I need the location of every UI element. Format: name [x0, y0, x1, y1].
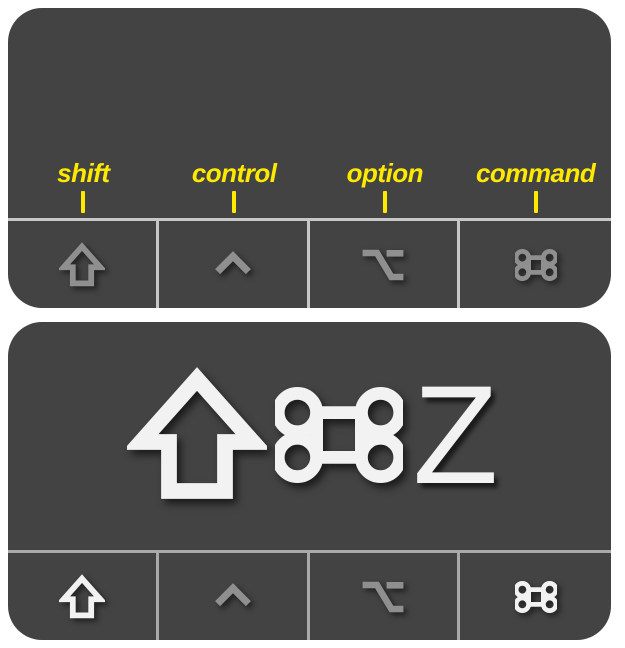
- key-shift[interactable]: [8, 221, 159, 308]
- option-icon: [359, 241, 407, 289]
- label-command: command: [476, 158, 595, 189]
- label-tick: [232, 191, 236, 213]
- shortcut-letter: Z: [411, 365, 493, 505]
- label-tick: [534, 191, 538, 213]
- modifier-key-row-active: [8, 550, 611, 640]
- modifier-reference-panel: shift control option command: [8, 8, 611, 308]
- command-icon: [515, 244, 557, 286]
- shortcut-example-panel: Z: [8, 322, 611, 640]
- key-shift-active[interactable]: [8, 553, 159, 640]
- shift-icon: [59, 574, 105, 620]
- labels-row: shift control option command: [8, 158, 611, 213]
- label-col-control: control: [159, 158, 310, 213]
- shift-icon: [59, 242, 105, 288]
- key-control[interactable]: [159, 553, 310, 640]
- modifier-key-row: [8, 218, 611, 308]
- label-col-shift: shift: [8, 158, 159, 213]
- label-tick: [383, 191, 387, 213]
- label-col-command: command: [460, 158, 611, 213]
- key-option[interactable]: [310, 221, 461, 308]
- label-control: control: [192, 158, 277, 189]
- control-icon: [211, 243, 255, 287]
- control-icon: [211, 575, 255, 619]
- label-shift: shift: [57, 158, 109, 189]
- key-option[interactable]: [310, 553, 461, 640]
- option-icon: [359, 573, 407, 621]
- label-col-option: option: [310, 158, 461, 213]
- command-icon: [515, 576, 557, 618]
- key-control[interactable]: [159, 221, 310, 308]
- label-option: option: [347, 158, 423, 189]
- key-command[interactable]: [460, 221, 611, 308]
- key-command-active[interactable]: [460, 553, 611, 640]
- shortcut-display: Z: [8, 322, 611, 548]
- shift-icon: [127, 365, 267, 505]
- command-icon: [275, 371, 403, 499]
- label-tick: [81, 191, 85, 213]
